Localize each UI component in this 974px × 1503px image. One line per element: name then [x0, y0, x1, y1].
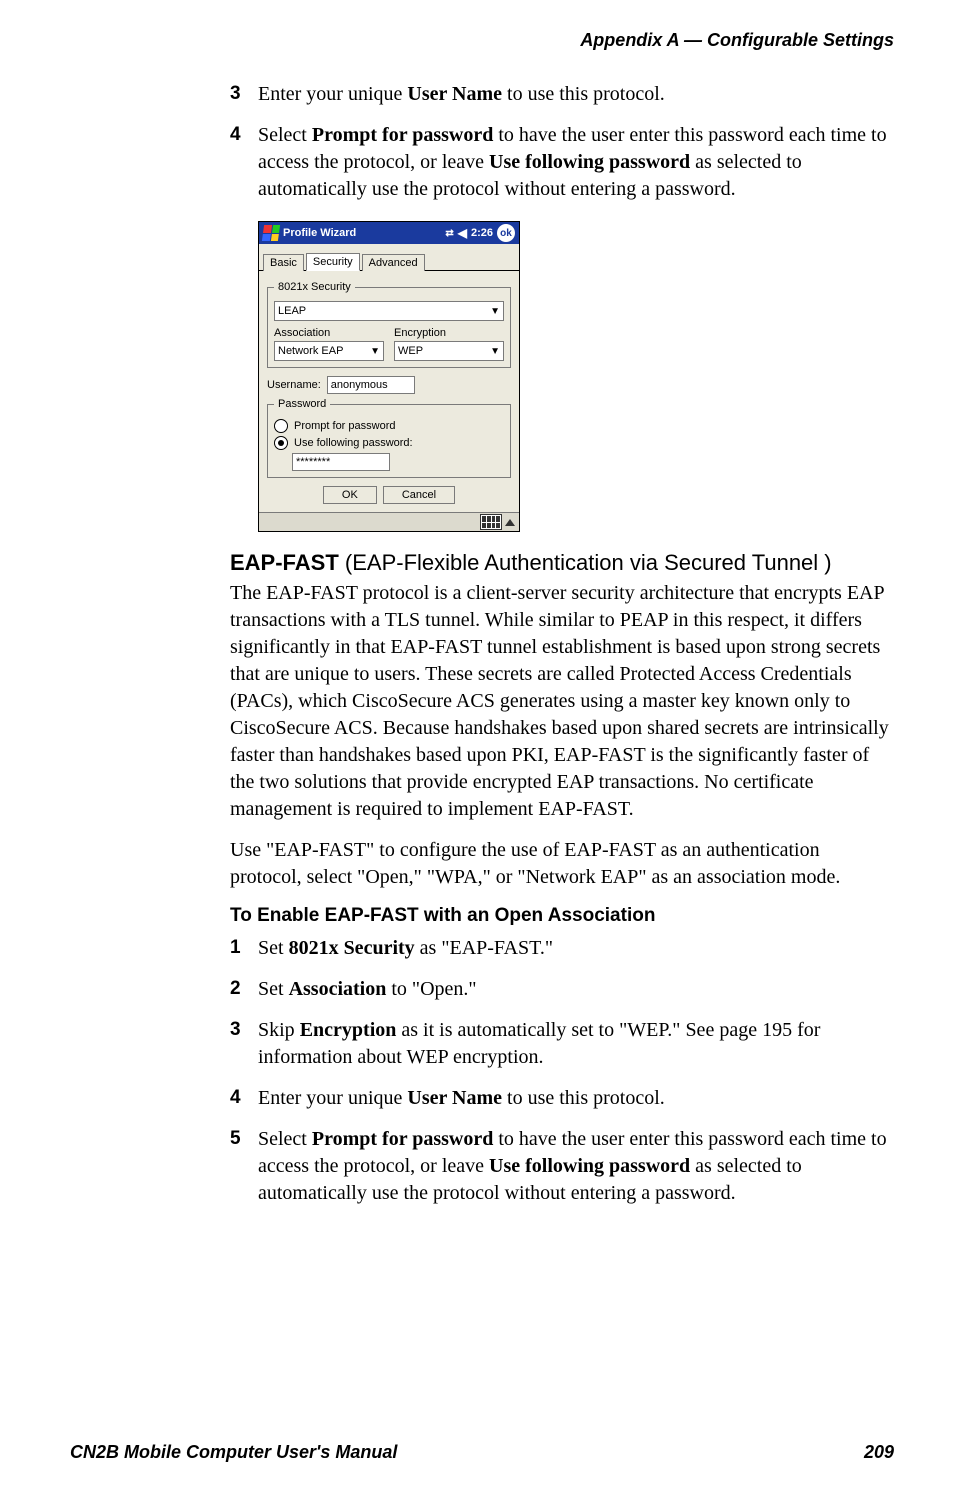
heading-bold: EAP-FAST — [230, 550, 339, 575]
step-bold: Use following password — [489, 1155, 690, 1177]
tab-security[interactable]: Security — [306, 253, 360, 271]
step-number: 1 — [230, 935, 258, 962]
tab-basic[interactable]: Basic — [263, 254, 304, 271]
list-item: 1 Set 8021x Security as "EAP-FAST." — [230, 935, 894, 962]
username-label: Username: — [267, 379, 321, 391]
windows-logo-icon — [262, 225, 280, 241]
list-item: 5 Select Prompt for password to have the… — [230, 1126, 894, 1207]
speaker-icon: ◀ — [458, 226, 467, 240]
security-panel: 8021x Security LEAP ▼ Association Networ… — [259, 271, 519, 512]
arrow-up-icon[interactable] — [505, 519, 515, 526]
username-input[interactable]: anonymous — [327, 376, 415, 394]
footer-left: CN2B Mobile Computer User's Manual — [70, 1442, 397, 1463]
password-legend: Password — [274, 398, 330, 410]
security-type-dropdown[interactable]: LEAP ▼ — [274, 301, 504, 321]
encryption-value: WEP — [398, 345, 423, 357]
password-fieldset: Password Prompt for password Use followi… — [267, 398, 511, 478]
tab-advanced[interactable]: Advanced — [362, 254, 425, 271]
radio-use-label: Use following password: — [294, 437, 413, 449]
step-bold: Association — [289, 978, 387, 1000]
page-header-right: Appendix A — Configurable Settings — [70, 30, 894, 51]
security-legend: 8021x Security — [274, 281, 355, 293]
radio-use[interactable] — [274, 436, 288, 450]
radio-prompt-label: Prompt for password — [294, 420, 395, 432]
list-item: 3 Skip Encryption as it is automatically… — [230, 1017, 894, 1071]
body-paragraph: The EAP-FAST protocol is a client-server… — [230, 580, 894, 823]
step-text: to use this protocol. — [502, 83, 665, 105]
chevron-down-icon: ▼ — [490, 306, 500, 317]
list-item: 3 Enter your unique User Name to use thi… — [230, 81, 894, 108]
step-text: Skip — [258, 1019, 300, 1041]
tabs-row: Basic Security Advanced — [259, 244, 519, 271]
step-bold: Encryption — [300, 1019, 397, 1041]
ok-button[interactable]: OK — [323, 486, 377, 504]
association-value: Network EAP — [278, 345, 343, 357]
step-text: Select — [258, 1128, 312, 1150]
step-text: Enter your unique — [258, 1087, 407, 1109]
sub-heading: To Enable EAP-FAST with an Open Associat… — [230, 905, 894, 927]
step-text: Enter your unique — [258, 83, 407, 105]
step-bold: Prompt for password — [312, 1128, 493, 1150]
network-icon: ⇄ — [445, 228, 453, 239]
step-bold: 8021x Security — [289, 937, 415, 959]
step-number: 3 — [230, 81, 258, 108]
radio-prompt[interactable] — [274, 419, 288, 433]
association-dropdown[interactable]: Network EAP ▼ — [274, 341, 384, 361]
step-text: as "EAP-FAST." — [415, 937, 553, 959]
step-number: 4 — [230, 1085, 258, 1112]
step-text: Set — [258, 937, 289, 959]
security-type-value: LEAP — [278, 305, 306, 317]
profile-wizard-window: Profile Wizard ⇄ ◀ 2:26 ok Basic Securit… — [258, 221, 520, 532]
encryption-label: Encryption — [394, 327, 504, 339]
step-number: 5 — [230, 1126, 258, 1207]
footer-page-number: 209 — [864, 1442, 894, 1463]
step-bold: User Name — [407, 83, 502, 105]
list-item: 4 Select Prompt for password to have the… — [230, 122, 894, 203]
step-number: 2 — [230, 976, 258, 1003]
list-item: 2 Set Association to "Open." — [230, 976, 894, 1003]
chevron-down-icon: ▼ — [370, 346, 380, 357]
step-bold: Prompt for password — [312, 124, 493, 146]
password-input[interactable]: ******** — [292, 453, 390, 471]
step-number: 3 — [230, 1017, 258, 1071]
step-bold: User Name — [407, 1087, 502, 1109]
body-paragraph: Use "EAP-FAST" to configure the use of E… — [230, 837, 894, 891]
encryption-dropdown[interactable]: WEP ▼ — [394, 341, 504, 361]
step-bold: Use following password — [489, 151, 690, 173]
step-number: 4 — [230, 122, 258, 203]
sip-bar — [259, 512, 519, 531]
step-text: to use this protocol. — [502, 1087, 665, 1109]
section-heading: EAP-FAST (EAP-Flexible Authentication vi… — [230, 550, 894, 576]
top-steps-list: 3 Enter your unique User Name to use thi… — [230, 81, 894, 203]
step-text: Set — [258, 978, 289, 1000]
keyboard-icon[interactable] — [480, 514, 502, 530]
heading-rest: (EAP-Flexible Authentication via Secured… — [339, 550, 832, 575]
list-item: 4 Enter your unique User Name to use thi… — [230, 1085, 894, 1112]
titlebar: Profile Wizard ⇄ ◀ 2:26 ok — [259, 222, 519, 244]
window-title: Profile Wizard — [283, 227, 441, 239]
ok-badge-button[interactable]: ok — [497, 224, 515, 242]
security-fieldset: 8021x Security LEAP ▼ Association Networ… — [267, 281, 511, 368]
chevron-down-icon: ▼ — [490, 346, 500, 357]
association-label: Association — [274, 327, 384, 339]
step-text: to "Open." — [386, 978, 476, 1000]
bottom-steps-list: 1 Set 8021x Security as "EAP-FAST." 2 Se… — [230, 935, 894, 1207]
titlebar-time: 2:26 — [471, 227, 493, 239]
step-text: Select — [258, 124, 312, 146]
cancel-button[interactable]: Cancel — [383, 486, 455, 504]
